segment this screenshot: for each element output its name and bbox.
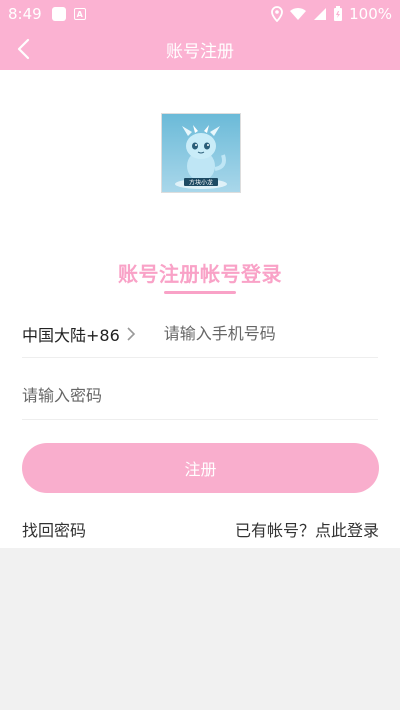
login-link[interactable]: 已有帐号？点此登录 [235,517,379,541]
register-button[interactable]: 注册 [22,443,379,493]
phone-input[interactable] [163,324,364,343]
back-arrow-icon[interactable] [12,36,38,62]
notification-square-icon [51,7,66,21]
region-selector[interactable]: 中国大陆+86 [22,322,136,346]
form-heading: 账号注册帐号登录 [118,262,282,286]
password-row [22,372,378,420]
dragon-mascot-icon: 方块小龙 [162,114,240,192]
main-content: 方块小龙 账号注册帐号登录 中国大陆+86 注册 找回密码 已有帐号？点此登录 [0,70,400,548]
status-time: 8:49 [8,5,42,23]
app-logo: 方块小龙 [161,113,241,193]
phone-row: 中国大陆+86 [22,310,378,358]
status-bar: 8:49 A 100% [0,0,400,28]
form-heading-row: 账号注册帐号登录 [0,258,400,287]
chevron-right-icon [127,326,135,341]
region-code-label: 中国大陆+86 [22,325,120,345]
app-a-icon: A [73,8,86,20]
battery-icon [334,6,343,21]
battery-percent: 100% [349,5,392,23]
page-title: 账号注册 [166,41,234,62]
signal-icon [314,8,327,20]
heading-underline [164,291,236,294]
location-icon [271,6,284,22]
nav-bar: 账号注册 [0,28,400,70]
bottom-links: 找回密码 已有帐号？点此登录 [22,517,379,541]
forgot-password-link[interactable]: 找回密码 [22,517,86,541]
empty-bottom-area [0,548,400,710]
logo-caption: 方块小龙 [189,179,213,187]
password-input[interactable] [22,386,322,405]
wifi-icon [290,7,307,20]
